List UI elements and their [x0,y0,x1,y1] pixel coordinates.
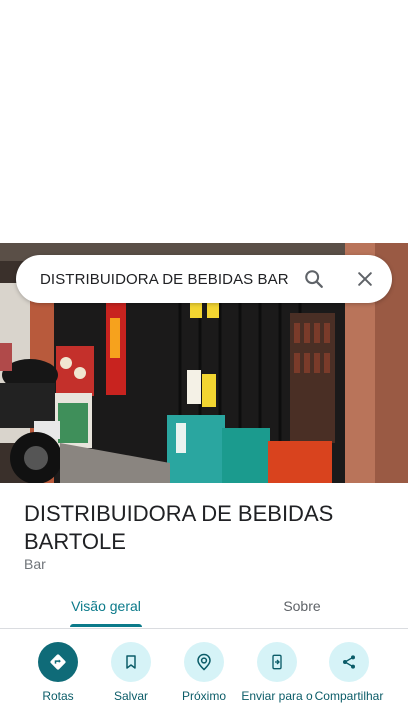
share-icon [329,642,369,682]
save-button[interactable]: Salvar [94,642,168,703]
search-icon[interactable] [302,267,326,291]
send-to-phone-button[interactable]: Enviar para o [240,642,314,703]
place-category: Bar [24,556,46,572]
tab-overview[interactable]: Visão geral [56,584,156,628]
nearby-button[interactable]: Próximo [167,642,241,703]
tab-about[interactable]: Sobre [252,584,352,628]
map-area [0,0,408,243]
directions-button[interactable]: Rotas [21,642,95,703]
close-icon[interactable] [353,267,377,291]
directions-icon [38,642,78,682]
action-buttons: Rotas Salvar Próximo Enviar para o Compa… [0,640,408,726]
directions-label: Rotas [42,689,74,703]
share-button[interactable]: Compartilhar [312,642,386,703]
tab-bar: Visão geral Sobre [0,584,408,629]
save-label: Salvar [113,689,148,703]
place-title: DISTRIBUIDORA DE BEBIDAS BARTOLE [24,501,334,554]
place-details-page: DISTRIBUIDORA DE BEBIDAS BARTOLE DISTRIB… [0,0,408,726]
share-label: Compartilhar [314,689,384,703]
send-to-phone-icon [257,642,297,682]
nearby-label: Próximo [181,689,226,703]
search-input[interactable]: DISTRIBUIDORA DE BEBIDAS BARTOLE [40,271,288,288]
tab-selected-indicator [70,624,142,627]
bookmark-icon [111,642,151,682]
send-to-phone-label: Enviar para o [241,689,313,703]
nearby-icon [184,642,224,682]
search-bar[interactable]: DISTRIBUIDORA DE BEBIDAS BARTOLE [16,255,392,303]
